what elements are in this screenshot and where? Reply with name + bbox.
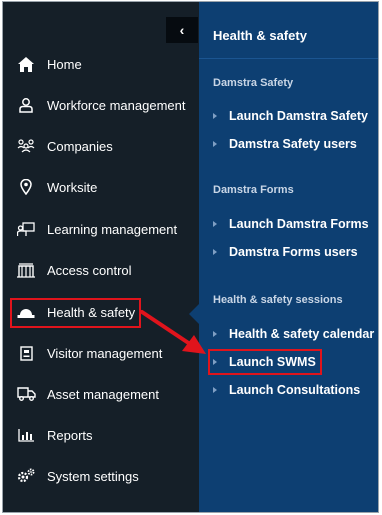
sidebar-item-asset-management[interactable]: Asset management <box>3 374 199 414</box>
submenu-item-label: Launch Consultations <box>229 383 361 397</box>
person-icon <box>16 95 36 115</box>
collapse-sidebar-button[interactable]: ‹ <box>166 17 198 43</box>
submenu-item-label: Damstra Forms users <box>229 245 358 259</box>
caret-right-icon <box>213 141 217 147</box>
sidebar-item-label: Health & safety <box>47 304 136 320</box>
sidebar-item-system-settings[interactable]: System settings <box>3 456 199 496</box>
submenu-divider <box>199 58 378 59</box>
learning-screen-icon <box>16 219 36 239</box>
sidebar-item-label: Access control <box>47 262 132 278</box>
sidebar-item-worksite[interactable]: Worksite <box>3 167 199 207</box>
sidebar-item-label: Home <box>47 56 82 72</box>
sidebar-item-label: Reports <box>47 427 93 443</box>
caret-right-icon <box>213 113 217 119</box>
submenu-item-label: Launch Damstra Safety <box>229 109 368 123</box>
submenu-item-label: Launch Damstra Forms <box>229 217 369 231</box>
submenu-item-damstra-safety-users[interactable]: Damstra Safety users <box>213 137 357 151</box>
location-pin-icon <box>16 177 36 197</box>
annotation-arrow-icon <box>140 310 206 354</box>
gate-icon <box>16 260 36 280</box>
submenu-item-label: Damstra Safety users <box>229 137 357 151</box>
sidebar-item-label: Workforce management <box>47 97 186 113</box>
gears-icon <box>16 466 36 486</box>
hard-hat-icon <box>16 302 36 322</box>
caret-right-icon <box>213 359 217 365</box>
caret-right-icon <box>213 249 217 255</box>
people-group-icon <box>16 136 36 156</box>
submenu-title: Health & safety <box>213 28 307 43</box>
section-heading-damstra-forms: Damstra Forms <box>213 184 294 196</box>
chevron-left-icon: ‹ <box>179 22 185 38</box>
sidebar-item-workforce-management[interactable]: Workforce management <box>3 85 199 125</box>
sidebar-item-access-control[interactable]: Access control <box>3 250 199 290</box>
submenu-item-damstra-forms-users[interactable]: Damstra Forms users <box>213 245 358 259</box>
submenu-item-launch-consultations[interactable]: Launch Consultations <box>213 383 360 397</box>
submenu-item-label: Health & safety calendar <box>229 327 375 341</box>
bar-chart-icon <box>16 425 36 445</box>
sidebar-item-learning-management[interactable]: Learning management <box>3 209 199 249</box>
sidebar-item-label: System settings <box>47 468 139 484</box>
caret-right-icon <box>213 387 217 393</box>
sidebar-item-label: Worksite <box>47 179 98 195</box>
submenu-panel: Health & safety Damstra Safety Launch Da… <box>199 2 378 512</box>
section-heading-health-safety-sessions: Health & safety sessions <box>213 294 343 306</box>
sidebar-item-reports[interactable]: Reports <box>3 415 199 455</box>
section-heading-damstra-safety: Damstra Safety <box>213 77 294 89</box>
home-icon <box>16 54 36 74</box>
submenu-item-launch-swms[interactable]: Launch SWMS <box>213 355 316 369</box>
id-badge-icon <box>16 343 36 363</box>
sidebar-item-label: Companies <box>47 138 113 154</box>
sidebar-item-home[interactable]: Home <box>3 44 199 84</box>
sidebar-item-companies[interactable]: Companies <box>3 126 199 166</box>
caret-right-icon <box>213 331 217 337</box>
submenu-item-label: Launch SWMS <box>229 355 316 369</box>
sidebar-item-label: Learning management <box>47 221 178 237</box>
sidebar: ‹ Home Workforce management Companies Wo <box>3 2 199 512</box>
caret-right-icon <box>213 221 217 227</box>
submenu-item-health-safety-calendar[interactable]: Health & safety calendar <box>213 327 374 341</box>
sidebar-item-label: Asset management <box>47 386 160 402</box>
submenu-item-launch-damstra-forms[interactable]: Launch Damstra Forms <box>213 217 369 231</box>
submenu-item-launch-damstra-safety[interactable]: Launch Damstra Safety <box>213 109 368 123</box>
truck-icon <box>16 384 36 404</box>
app-frame: ‹ Home Workforce management Companies Wo <box>2 1 379 513</box>
